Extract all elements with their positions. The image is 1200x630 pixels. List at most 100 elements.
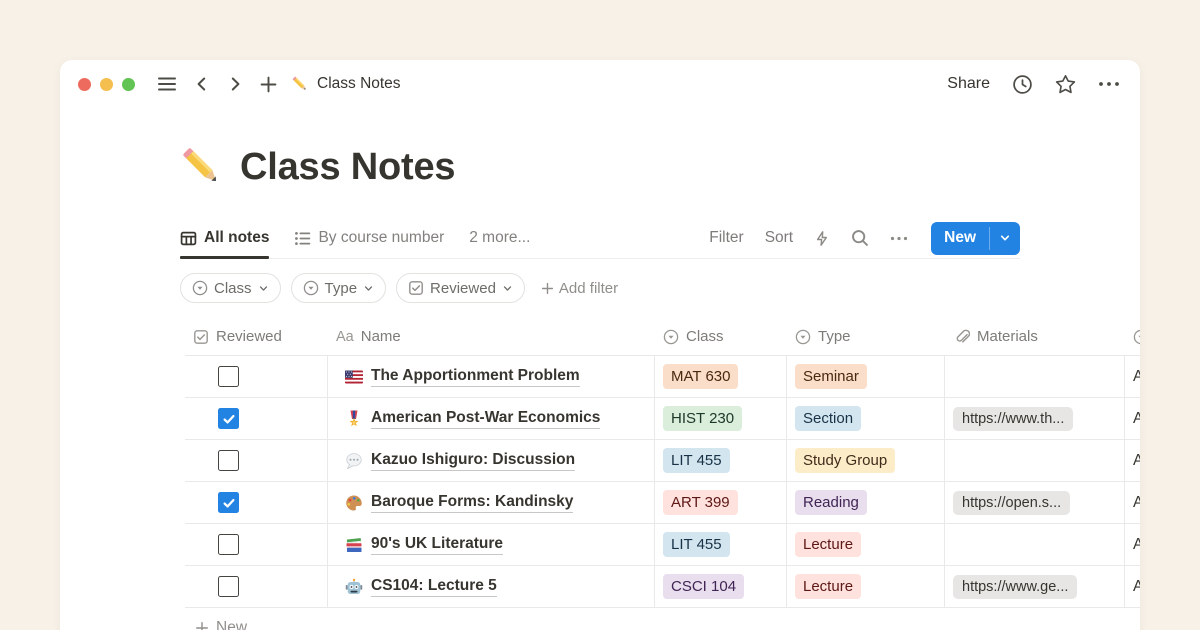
text-icon: Aa xyxy=(336,329,354,345)
type-cell[interactable]: Reading xyxy=(787,482,945,523)
materials-cell[interactable] xyxy=(945,356,1125,397)
reviewed-checkbox[interactable] xyxy=(218,492,239,513)
view-tab-all-notes[interactable]: All notes xyxy=(180,218,269,258)
filter-chip-reviewed[interactable]: Reviewed xyxy=(396,273,525,303)
note-title-link[interactable]: CS104: Lecture 5 xyxy=(371,577,497,597)
reviewed-checkbox[interactable] xyxy=(218,450,239,471)
automation-lightning-icon[interactable] xyxy=(814,230,830,247)
sort-button[interactable]: Sort xyxy=(765,229,793,247)
type-cell[interactable]: Lecture xyxy=(787,524,945,565)
overflow-cell-text: A xyxy=(1133,578,1140,596)
class-badge: LIT 455 xyxy=(663,448,730,474)
type-cell[interactable]: Lecture xyxy=(787,566,945,607)
type-cell[interactable]: Study Group xyxy=(787,440,945,481)
reviewed-checkbox[interactable] xyxy=(218,366,239,387)
pencil-emoji xyxy=(291,75,309,93)
class-cell[interactable]: LIT 455 xyxy=(655,440,787,481)
new-page-icon[interactable] xyxy=(260,76,277,93)
minimize-window-button[interactable] xyxy=(100,78,113,91)
class-cell[interactable]: CSCI 104 xyxy=(655,566,787,607)
note-title-link[interactable]: The Apportionment Problem xyxy=(371,367,580,387)
updates-clock-icon[interactable] xyxy=(1012,74,1033,95)
type-badge: Reading xyxy=(795,490,867,516)
materials-cell[interactable]: https://www.ge... xyxy=(945,566,1125,607)
new-row-label: New xyxy=(216,619,247,630)
name-cell[interactable]: American Post-War Economics xyxy=(328,398,655,439)
filter-chip-class[interactable]: Class xyxy=(180,273,281,303)
name-cell[interactable]: 90's UK Literature xyxy=(328,524,655,565)
view-tab-label: 2 more... xyxy=(469,229,530,247)
column-header-reviewed[interactable]: Reviewed xyxy=(185,318,328,355)
note-title-link[interactable]: Baroque Forms: Kandinsky xyxy=(371,493,573,513)
share-button[interactable]: Share xyxy=(947,75,990,93)
chevron-down-icon xyxy=(502,283,513,294)
add-filter-button[interactable]: Add filter xyxy=(541,280,618,297)
search-icon[interactable] xyxy=(851,229,869,247)
column-header-materials[interactable]: Materials xyxy=(945,318,1125,355)
materials-link[interactable]: https://www.ge... xyxy=(953,575,1077,599)
filter-button[interactable]: Filter xyxy=(709,229,743,247)
type-badge: Study Group xyxy=(795,448,895,474)
close-window-button[interactable] xyxy=(78,78,91,91)
column-header-class[interactable]: Class xyxy=(655,318,787,355)
sidebar-menu-icon[interactable] xyxy=(157,76,177,92)
forward-icon[interactable] xyxy=(227,76,243,92)
reviewed-checkbox[interactable] xyxy=(218,408,239,429)
name-cell[interactable]: CS104: Lecture 5 xyxy=(328,566,655,607)
class-cell[interactable]: LIT 455 xyxy=(655,524,787,565)
type-cell[interactable]: Seminar xyxy=(787,356,945,397)
overflow-cell-text: A xyxy=(1133,368,1140,386)
filter-chip-label: Class xyxy=(214,280,252,297)
name-cell[interactable]: Kazuo Ishiguro: Discussion xyxy=(328,440,655,481)
view-options-icon[interactable] xyxy=(890,236,908,241)
materials-cell[interactable]: https://open.s... xyxy=(945,482,1125,523)
class-cell[interactable]: ART 399 xyxy=(655,482,787,523)
new-row-button[interactable]: New xyxy=(185,608,1140,630)
column-header-type[interactable]: Type xyxy=(787,318,945,355)
new-button[interactable]: New xyxy=(931,222,1020,255)
view-tab-by-course-number[interactable]: By course number xyxy=(294,218,444,258)
column-header-overflow[interactable] xyxy=(1125,318,1140,355)
select-icon xyxy=(192,280,208,296)
new-button-label[interactable]: New xyxy=(931,222,989,255)
filter-chip-type[interactable]: Type xyxy=(291,273,387,303)
reviewed-checkbox[interactable] xyxy=(218,576,239,597)
overflow-cell: A xyxy=(1125,356,1140,397)
note-title-link[interactable]: 90's UK Literature xyxy=(371,535,503,555)
name-cell[interactable]: The Apportionment Problem xyxy=(328,356,655,397)
materials-cell[interactable] xyxy=(945,524,1125,565)
class-cell[interactable]: MAT 630 xyxy=(655,356,787,397)
view-tab-more[interactable]: 2 more... xyxy=(469,218,530,258)
note-title-link[interactable]: Kazuo Ishiguro: Discussion xyxy=(371,451,575,471)
view-tab-label: All notes xyxy=(204,229,269,247)
overflow-cell: A xyxy=(1125,524,1140,565)
column-header-label: Type xyxy=(818,328,851,345)
reviewed-cell xyxy=(185,524,328,565)
chevron-down-icon[interactable] xyxy=(990,222,1020,255)
type-cell[interactable]: Section xyxy=(787,398,945,439)
favorite-star-icon[interactable] xyxy=(1055,74,1076,95)
materials-cell[interactable]: https://www.th... xyxy=(945,398,1125,439)
back-icon[interactable] xyxy=(194,76,210,92)
note-title-link[interactable]: American Post-War Economics xyxy=(371,409,600,429)
reviewed-cell xyxy=(185,356,328,397)
more-options-icon[interactable] xyxy=(1098,81,1120,87)
breadcrumb-title: Class Notes xyxy=(317,75,401,93)
pencil-emoji[interactable] xyxy=(179,144,225,190)
materials-link[interactable]: https://www.th... xyxy=(953,407,1073,431)
zoom-window-button[interactable] xyxy=(122,78,135,91)
materials-cell[interactable] xyxy=(945,440,1125,481)
table-row: American Post-War Economics HIST 230 Sec… xyxy=(185,398,1140,440)
breadcrumb[interactable]: Class Notes xyxy=(291,75,401,93)
window-titlebar: Class Notes Share xyxy=(60,60,1140,108)
materials-link[interactable]: https://open.s... xyxy=(953,491,1070,515)
class-cell[interactable]: HIST 230 xyxy=(655,398,787,439)
column-header-name[interactable]: Aa Name xyxy=(328,318,655,355)
overflow-cell-text: A xyxy=(1133,494,1140,512)
table-header-row: Reviewed Aa Name Class Type xyxy=(185,318,1140,356)
reviewed-cell xyxy=(185,482,328,523)
app-window: Class Notes Share Class Notes xyxy=(60,60,1140,630)
paperclip-icon xyxy=(953,328,970,345)
reviewed-checkbox[interactable] xyxy=(218,534,239,555)
name-cell[interactable]: Baroque Forms: Kandinsky xyxy=(328,482,655,523)
